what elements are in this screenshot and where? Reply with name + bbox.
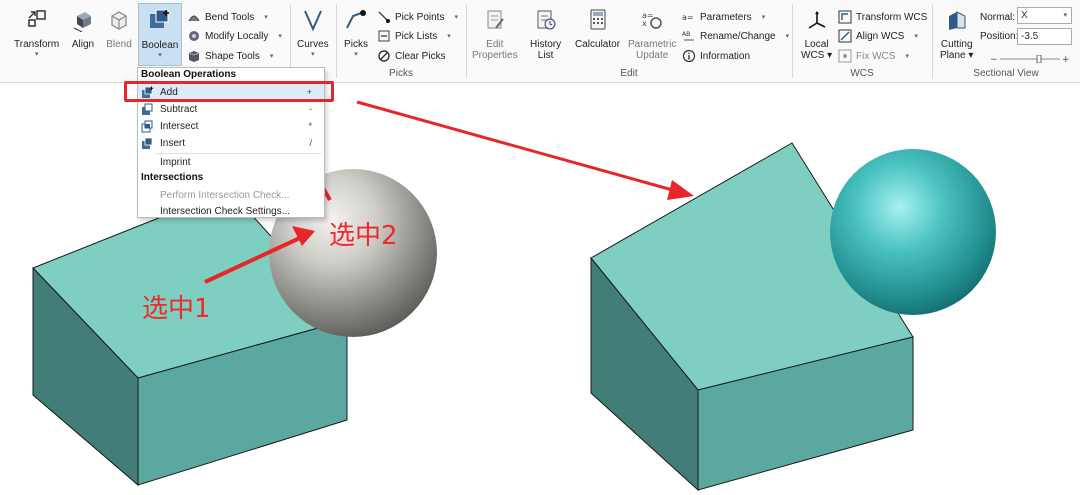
- right-sphere[interactable]: [830, 149, 996, 315]
- menu-item-imprint[interactable]: Imprint: [138, 154, 324, 170]
- boolean-operations-header: Boolean Operations: [141, 69, 237, 80]
- annotation-select-1: 选中1: [142, 294, 211, 324]
- menu-item-intersection-check-settings[interactable]: Intersection Check Settings...: [138, 203, 324, 219]
- subtract-icon: [141, 103, 154, 116]
- intersections-header: Intersections: [141, 172, 204, 183]
- insert-icon: [141, 137, 154, 150]
- annotation-select-2: 选中2: [329, 221, 398, 251]
- menu-item-perform-intersection-check[interactable]: Perform Intersection Check...: [138, 187, 324, 203]
- add-highlight-box: [124, 81, 334, 102]
- menu-item-intersect[interactable]: Intersect *: [138, 118, 324, 134]
- menu-item-insert[interactable]: Insert /: [138, 135, 324, 151]
- menu-item-subtract[interactable]: Subtract -: [138, 101, 324, 117]
- intersect-icon: [141, 120, 154, 133]
